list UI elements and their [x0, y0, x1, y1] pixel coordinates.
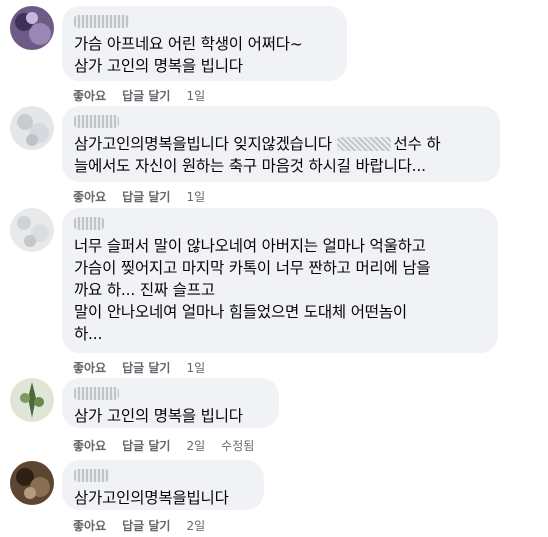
blurred-avatar-icon	[10, 6, 54, 50]
commenter-avatar[interactable]	[10, 461, 54, 505]
commenter-avatar[interactable]	[10, 378, 54, 422]
blurred-avatar-icon	[10, 208, 54, 252]
comment-text-end: 늘에서도 자신이 원하는 축구 마음것 하시길 바랍니다...	[74, 157, 426, 175]
like-button[interactable]: 좋아요	[73, 188, 106, 205]
comment-timestamp[interactable]: 2일	[186, 437, 205, 454]
blurred-avatar-icon	[10, 461, 54, 505]
comment-bubble: 너무 슬퍼서 말이 않나오네여 아버지는 얼마나 억울하고 가슴이 찢어지고 마…	[62, 208, 498, 353]
commenter-avatar[interactable]	[10, 208, 54, 252]
comment-text: 가슴 아프네요 어린 학생이 어쩌다~ 삼가 고인의 명복을 빕니다	[74, 35, 303, 75]
edited-label[interactable]: 수정됨	[221, 437, 254, 454]
reply-button[interactable]: 답글 달기	[122, 437, 170, 454]
commenter-avatar[interactable]	[10, 106, 54, 150]
comment-actions: 좋아요 답글 달기 2일 수정됨	[73, 437, 254, 454]
comment-bubble: 삼가 고인의 명복을 빕니다	[62, 378, 279, 428]
comment-timestamp[interactable]: 2일	[186, 517, 205, 534]
comment-text-mid: 선수 하	[393, 135, 441, 153]
comment-actions: 좋아요 답글 달기 1일	[73, 188, 205, 205]
like-button[interactable]: 좋아요	[73, 517, 106, 534]
reply-button[interactable]: 답글 달기	[122, 188, 170, 205]
comment-text-start: 삼가고인의명복을빕니다 잊지않겠습니다	[74, 135, 337, 153]
blurred-player-name	[336, 137, 391, 151]
commenter-name-blurred[interactable]	[74, 217, 104, 230]
like-button[interactable]: 좋아요	[73, 359, 106, 376]
comment-timestamp[interactable]: 1일	[186, 188, 205, 205]
commenter-name-blurred[interactable]	[74, 115, 119, 128]
comment-actions: 좋아요 답글 달기 1일	[73, 359, 205, 376]
like-button[interactable]: 좋아요	[73, 87, 106, 104]
commenter-name-blurred[interactable]	[74, 15, 129, 28]
comment-text: 삼가 고인의 명복을 빕니다	[74, 407, 243, 425]
reply-button[interactable]: 답글 달기	[122, 87, 170, 104]
blurred-avatar-icon	[10, 106, 54, 150]
comment-timestamp[interactable]: 1일	[186, 359, 205, 376]
like-button[interactable]: 좋아요	[73, 437, 106, 454]
commenter-name-blurred[interactable]	[74, 469, 109, 482]
reply-button[interactable]: 답글 달기	[122, 359, 170, 376]
comment-actions: 좋아요 답글 달기 1일	[73, 87, 205, 104]
comment-text: 삼가고인의명복을빕니다 잊지않겠습니다 선수 하늘에서도 자신이 원하는 축구 …	[74, 133, 488, 177]
reply-button[interactable]: 답글 달기	[122, 517, 170, 534]
comment-bubble: 삼가고인의명복을빕니다	[62, 460, 264, 510]
commenter-avatar[interactable]	[10, 6, 54, 50]
comment-bubble: 삼가고인의명복을빕니다 잊지않겠습니다 선수 하늘에서도 자신이 원하는 축구 …	[62, 106, 500, 182]
blurred-avatar-icon	[10, 378, 54, 422]
comment-text: 삼가고인의명복을빕니다	[74, 489, 229, 507]
comment-timestamp[interactable]: 1일	[186, 87, 205, 104]
comment-text: 너무 슬퍼서 말이 않나오네여 아버지는 얼마나 억울하고 가슴이 찢어지고 마…	[74, 237, 431, 343]
comment-actions: 좋아요 답글 달기 2일	[73, 517, 205, 534]
comment-bubble: 가슴 아프네요 어린 학생이 어쩌다~ 삼가 고인의 명복을 빕니다	[62, 6, 347, 81]
commenter-name-blurred[interactable]	[74, 387, 119, 400]
